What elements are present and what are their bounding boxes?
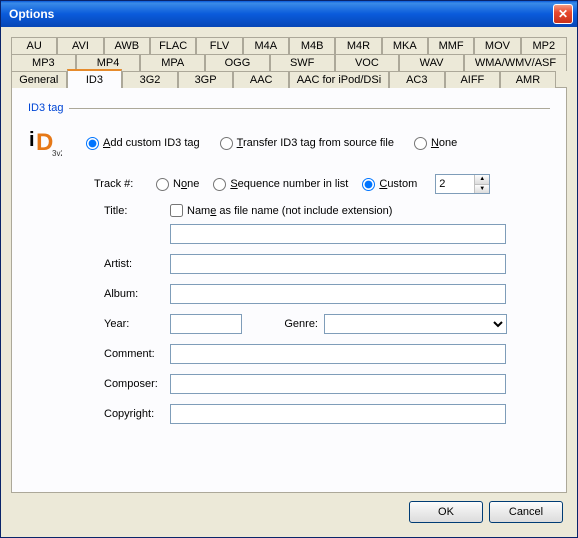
radio-track-custom[interactable]: Custom — [362, 178, 417, 191]
tab-mka[interactable]: MKA — [382, 37, 428, 54]
tab-awb[interactable]: AWB — [104, 37, 150, 54]
tab-aac[interactable]: AAC — [233, 71, 289, 88]
spin-down-icon[interactable]: ▼ — [475, 185, 489, 194]
track-label: Track #: — [94, 178, 142, 190]
tab-avi[interactable]: AVI — [57, 37, 103, 54]
comment-label: Comment: — [104, 348, 170, 360]
tab-strip: AU AVI AWB FLAC FLV M4A M4B M4R MKA MMF … — [11, 37, 567, 88]
radio-track-none[interactable]: None — [156, 178, 199, 191]
close-icon[interactable]: ✕ — [553, 4, 573, 24]
radio-add-custom[interactable]: Add custom ID3 tag — [86, 137, 200, 150]
genre-label: Genre: — [274, 318, 324, 330]
radio-track-seq[interactable]: Sequence number in list — [213, 178, 348, 191]
tab-page-id3: ID3 tag i D 3v2 Add custom ID3 tag — [11, 87, 567, 493]
tab-m4b[interactable]: M4B — [289, 37, 335, 54]
radio-none-main[interactable]: None — [414, 137, 457, 150]
tab-mmf[interactable]: MMF — [428, 37, 474, 54]
tab-au[interactable]: AU — [11, 37, 57, 54]
tab-3g2[interactable]: 3G2 — [122, 71, 178, 88]
tab-general[interactable]: General — [11, 71, 67, 88]
tab-wav[interactable]: WAV — [399, 54, 464, 71]
tab-mp2[interactable]: MP2 — [521, 37, 567, 54]
tab-wma[interactable]: WMA/WMV/ASF — [464, 54, 567, 71]
copyright-label: Copyright: — [104, 408, 170, 420]
spin-up-icon[interactable]: ▲ — [475, 175, 489, 185]
cancel-button[interactable]: Cancel — [489, 501, 563, 523]
group-title: ID3 tag — [28, 102, 550, 114]
group-title-text: ID3 tag — [28, 102, 63, 114]
tab-ac3[interactable]: AC3 — [389, 71, 445, 88]
window-title: Options — [9, 7, 553, 21]
year-label: Year: — [104, 318, 170, 330]
album-label: Album: — [104, 288, 170, 300]
year-input[interactable] — [170, 314, 242, 334]
comment-input[interactable] — [170, 344, 506, 364]
title-input[interactable] — [170, 224, 506, 244]
svg-text:i: i — [29, 129, 35, 151]
ok-button[interactable]: OK — [409, 501, 483, 523]
genre-select[interactable] — [324, 314, 507, 334]
tab-mov[interactable]: MOV — [474, 37, 520, 54]
id3-icon: i D 3v2 — [28, 126, 62, 160]
title-label: Title: — [104, 204, 170, 217]
tab-m4r[interactable]: M4R — [335, 37, 381, 54]
tab-swf[interactable]: SWF — [270, 54, 335, 71]
composer-input[interactable] — [170, 374, 506, 394]
dialog-footer: OK Cancel — [11, 493, 567, 527]
tab-amr[interactable]: AMR — [500, 71, 556, 88]
tab-ogg[interactable]: OGG — [205, 54, 270, 71]
track-value[interactable] — [436, 175, 474, 193]
album-input[interactable] — [170, 284, 506, 304]
tab-flac[interactable]: FLAC — [150, 37, 196, 54]
svg-text:D: D — [36, 129, 53, 156]
tab-mpa[interactable]: MPA — [140, 54, 205, 71]
tab-voc[interactable]: VOC — [335, 54, 400, 71]
track-spinner[interactable]: ▲ ▼ — [435, 174, 490, 194]
tab-aiff[interactable]: AIFF — [445, 71, 501, 88]
divider — [69, 108, 550, 109]
tab-aac-ipod[interactable]: AAC for iPod/DSi — [289, 71, 389, 88]
tab-id3[interactable]: ID3 — [67, 69, 123, 88]
copyright-input[interactable] — [170, 404, 506, 424]
titlebar: Options ✕ — [1, 1, 577, 27]
svg-text:3v2: 3v2 — [52, 149, 62, 158]
name-as-filename-checkbox[interactable]: Name as file name (not include extension… — [170, 204, 506, 217]
tab-flv[interactable]: FLV — [196, 37, 242, 54]
composer-label: Composer: — [104, 378, 170, 390]
artist-label: Artist: — [104, 258, 170, 270]
artist-input[interactable] — [170, 254, 506, 274]
radio-transfer[interactable]: Transfer ID3 tag from source file — [220, 137, 394, 150]
options-dialog: Options ✕ AU AVI AWB FLAC FLV M4A M4B M4… — [0, 0, 578, 538]
tab-m4a[interactable]: M4A — [243, 37, 289, 54]
tab-3gp[interactable]: 3GP — [178, 71, 234, 88]
